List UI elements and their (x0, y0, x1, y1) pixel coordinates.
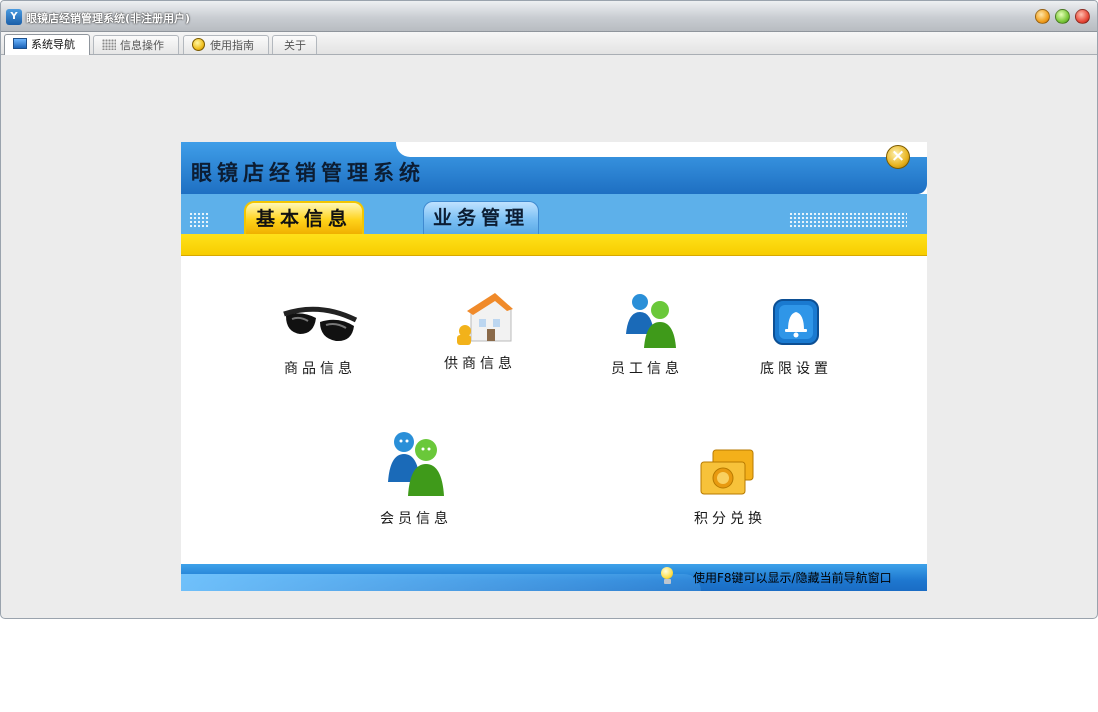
footer-hint: 使用F8键可以显示/隐藏当前导航窗口 (693, 571, 892, 585)
members-icon (388, 432, 444, 496)
minimize-button[interactable] (1035, 9, 1050, 24)
tab-basic-info[interactable]: 基本信息 (244, 201, 364, 234)
users-icon (626, 294, 676, 348)
footer-wave (181, 574, 701, 591)
tab-info-operation[interactable]: 信息操作 (93, 35, 179, 54)
decorative-dots (189, 212, 209, 228)
banner-notch (396, 142, 927, 157)
decorative-dots (789, 212, 907, 228)
tab-label: 信息操作 (120, 39, 164, 52)
lightbulb-base (664, 579, 671, 584)
maximize-button[interactable] (1055, 9, 1070, 24)
tab-label: 关于 (284, 39, 306, 52)
monitor-icon (13, 38, 27, 49)
tab-underline-bar (181, 234, 927, 256)
item-label: 员工信息 (611, 361, 683, 377)
item-label: 底限设置 (760, 361, 832, 377)
tab-business-management[interactable]: 业务管理 (423, 201, 539, 234)
help-icon (192, 38, 205, 51)
coins-icon (700, 449, 754, 495)
tab-system-navigation[interactable]: 系统导航 (4, 34, 90, 55)
close-window-button[interactable] (1075, 9, 1090, 24)
app-logo-icon: Y (6, 9, 22, 25)
panel-title: 眼镜店经销管理系统 (191, 161, 425, 185)
window-title: 眼镜店经销管理系统(非注册用户) (26, 12, 191, 25)
bell-icon (773, 299, 819, 345)
supplier-house-icon (457, 293, 513, 345)
tab-user-guide[interactable]: 使用指南 (183, 35, 269, 54)
tab-label: 系统导航 (31, 38, 75, 51)
item-limit-settings[interactable]: 底限设置 (741, 292, 851, 382)
tab-label: 使用指南 (210, 39, 254, 52)
tab-about[interactable]: 关于 (272, 35, 317, 54)
item-staff-info[interactable]: 员工信息 (592, 292, 702, 382)
item-product-info[interactable]: 商品信息 (265, 292, 375, 382)
panel-tab-row: 基本信息 业务管理 (181, 194, 927, 234)
panel-footer: 使用F8键可以显示/隐藏当前导航窗口 (181, 564, 927, 591)
sunglasses-icon (283, 306, 358, 342)
item-label: 供商信息 (444, 356, 516, 372)
main-tab-strip: 系统导航 信息操作 使用指南 关于 (1, 32, 1097, 55)
item-points-exchange[interactable]: 积分兑换 (675, 442, 785, 532)
panel-close-button[interactable]: × (886, 145, 910, 169)
lightbulb-icon (661, 567, 673, 579)
item-supplier-info[interactable]: 供商信息 (425, 287, 535, 377)
grid-icon (102, 39, 116, 50)
title-bar[interactable]: Y 眼镜店经销管理系统(非注册用户) (1, 1, 1097, 32)
navigation-panel: 眼镜店经销管理系统 × 基本信息 业务管理 商品信息 供商信息 员工信息 底限设… (181, 142, 927, 591)
item-label: 会员信息 (380, 511, 452, 527)
item-label: 积分兑换 (694, 511, 766, 527)
item-label: 商品信息 (284, 361, 356, 377)
item-member-info[interactable]: 会员信息 (361, 430, 471, 530)
